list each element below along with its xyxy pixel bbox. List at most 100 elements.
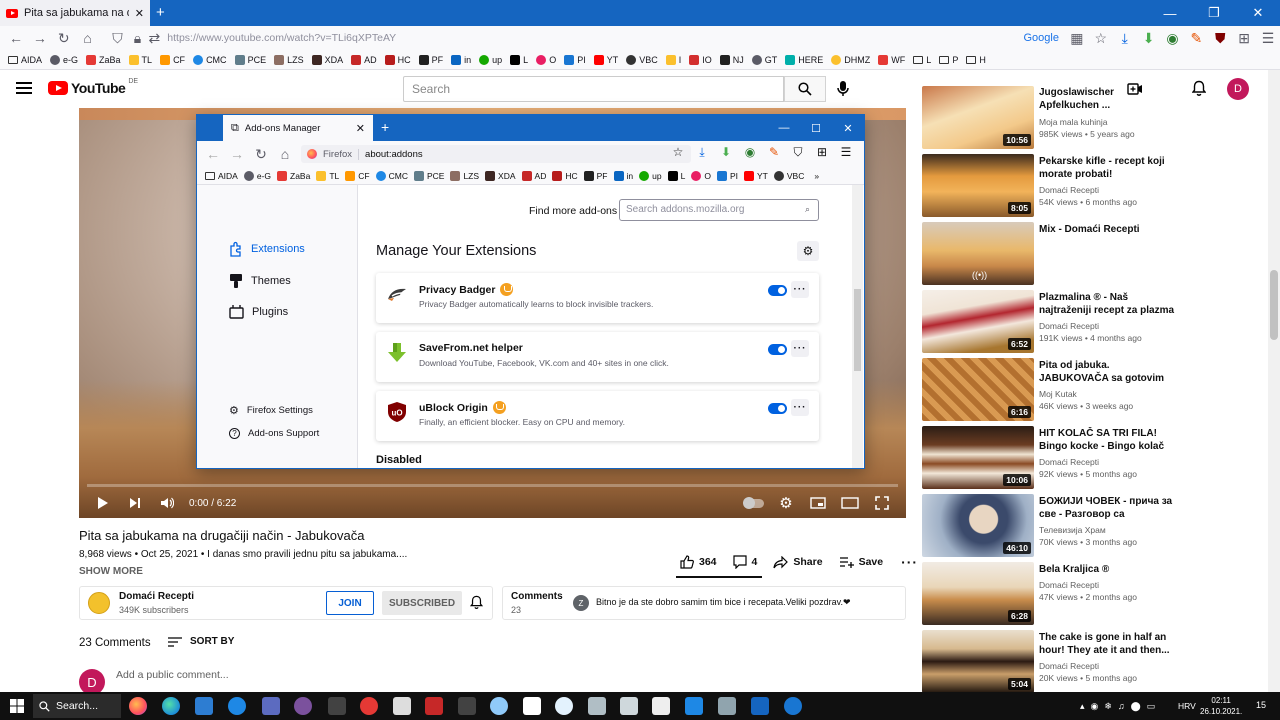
nav-themes[interactable]: Themes [229, 273, 291, 289]
addons-url-bar[interactable]: Firefox about:addons [301, 145, 691, 163]
extension-enable-toggle[interactable] [768, 344, 787, 355]
app-taskbar-icon[interactable] [360, 697, 378, 715]
app-taskbar-icon[interactable] [425, 697, 443, 715]
tools-gear-button[interactable]: ⚙ [797, 241, 819, 261]
bookmark-item[interactable]: L [667, 170, 685, 181]
browser-tab-youtube[interactable]: Pita sa jabukama na drugačiji n ✕ [0, 0, 150, 26]
menu-icon[interactable]: ☰ [835, 145, 857, 160]
recommended-thumbnail[interactable]: 6:28 [922, 562, 1034, 625]
addons-support-link[interactable]: ? Add-ons Support [229, 428, 319, 439]
minimize-icon[interactable]: — [768, 115, 800, 141]
extension-options-button[interactable]: ··· [791, 281, 809, 298]
restore-icon[interactable]: ❐ [1192, 0, 1236, 26]
autoplay-toggle[interactable] [738, 488, 770, 518]
app-taskbar-icon[interactable] [262, 697, 280, 715]
join-button[interactable]: JOIN [326, 591, 374, 615]
bookmark-item[interactable]: LZS [274, 54, 304, 65]
add-comment-input[interactable]: Add a public comment... [116, 669, 229, 681]
recommended-title[interactable]: Jugoslawischer Apfelkuchen ... [1039, 86, 1175, 112]
bookmark-item[interactable]: e-G [243, 170, 271, 181]
app-taskbar-icon[interactable] [458, 697, 476, 715]
app-taskbar-icon[interactable] [523, 697, 541, 715]
addons-tab[interactable]: ⧉ Add-ons Manager ✕ [223, 115, 373, 141]
bookmark-item[interactable]: PCE [234, 54, 266, 65]
extensions-icon[interactable]: ⊞ [1232, 26, 1256, 50]
bookmark-item[interactable]: in [451, 54, 471, 65]
recommended-title[interactable]: БОЖИЈИ ЧОВЕК - прича за све - Разговор с… [1039, 495, 1175, 521]
bookmark-item[interactable]: NJ [719, 54, 744, 65]
hamburger-menu-icon[interactable] [16, 82, 32, 94]
firefox-taskbar-icon[interactable] [129, 697, 147, 715]
bookmark-item[interactable]: L [510, 54, 528, 65]
forward-icon[interactable]: → [225, 142, 249, 166]
bookmark-item[interactable]: HC [552, 170, 578, 181]
addons-scrollbar[interactable] [852, 185, 863, 468]
edge-taskbar-icon[interactable] [162, 697, 180, 715]
bookmark-item[interactable]: IO [689, 54, 712, 65]
app-taskbar-icon[interactable] [620, 697, 638, 715]
close-tab-icon[interactable]: ✕ [356, 122, 365, 135]
volume-icon[interactable] [151, 488, 183, 518]
bookmark-item[interactable]: HERE [785, 54, 823, 65]
extension-card-ublock[interactable]: uO uBlock Origin Finally, an efficient b… [376, 391, 819, 441]
youtube-logo[interactable]: YouTube DE [48, 78, 138, 96]
home-icon[interactable]: ⌂ [76, 26, 100, 50]
more-actions-icon[interactable]: ··· [901, 554, 918, 570]
notifications-icon[interactable]: 15 [1256, 700, 1266, 710]
recommended-title[interactable]: Bela Kraljica ® [1039, 563, 1175, 576]
recommended-channel[interactable]: Domaći Recepti [1039, 661, 1099, 671]
bookmark-item[interactable]: PF [418, 54, 443, 65]
more-bookmarks-icon[interactable]: » [814, 171, 819, 181]
bookmark-star-icon[interactable]: ☆ [667, 145, 689, 160]
channel-avatar[interactable] [88, 592, 110, 614]
recommended-thumbnail[interactable]: 6:16 [922, 358, 1034, 421]
bookmark-item[interactable]: PI [564, 54, 586, 65]
firefox-settings-link[interactable]: ⚙ Firefox Settings [229, 404, 313, 417]
maximize-icon[interactable]: ☐ [800, 115, 832, 141]
page-scrollbar[interactable] [1268, 70, 1280, 692]
savefrom-extension-icon[interactable]: ⬇ [715, 145, 737, 160]
bookmark-item[interactable]: AIDA [205, 171, 238, 181]
app-taskbar-icon[interactable] [328, 697, 346, 715]
windows-start-icon[interactable] [10, 699, 24, 713]
recommended-title[interactable]: Pekarske kifle - recept koji morate prob… [1039, 155, 1175, 181]
extension-enable-toggle[interactable] [768, 285, 787, 296]
bookmark-item[interactable]: YT [593, 54, 618, 65]
bookmark-item[interactable]: CF [160, 54, 185, 65]
bookmark-item[interactable]: e-G [50, 54, 78, 65]
bookmark-item[interactable]: ZaBa [277, 170, 310, 181]
downloads-icon[interactable]: ⤓ [691, 145, 713, 160]
show-more-button[interactable]: SHOW MORE [79, 566, 143, 577]
play-icon[interactable] [87, 488, 119, 518]
extension-pen-icon[interactable]: ✎ [1184, 26, 1208, 50]
recommended-thumbnail[interactable]: 8:05 [922, 154, 1034, 217]
google-translate-label[interactable]: Google [1023, 32, 1058, 44]
miniplayer-icon[interactable] [802, 488, 834, 518]
bookmark-item[interactable]: XDA [311, 54, 343, 65]
recommended-thumbnail[interactable]: 10:56 [922, 86, 1034, 149]
permissions-icon[interactable]: ⇄ [145, 26, 163, 50]
minimize-icon[interactable]: — [1148, 0, 1192, 26]
recommended-title[interactable]: Plazmalina ® - Naš najtraženiji recept z… [1039, 291, 1175, 317]
channel-bell-icon[interactable] [470, 595, 483, 610]
bookmark-item[interactable]: L [913, 55, 931, 65]
theater-mode-icon[interactable] [834, 488, 866, 518]
account-avatar[interactable]: D [1227, 78, 1249, 100]
language-indicator[interactable]: HRV [1178, 701, 1196, 711]
shield-icon[interactable]: ⛉ [106, 26, 130, 50]
nav-extensions[interactable]: Extensions [229, 241, 305, 257]
downloads-icon[interactable]: ⤓ [1113, 26, 1137, 50]
sort-by-button[interactable]: SORT BY [168, 636, 234, 647]
bookmark-item[interactable]: DHMZ [831, 54, 870, 65]
bookmark-item[interactable]: H [966, 55, 986, 65]
bookmark-item[interactable]: HC [384, 54, 411, 65]
search-input[interactable]: Search [403, 76, 784, 102]
bookmark-item[interactable]: TL [128, 54, 152, 65]
clock[interactable]: 02:11 26.10.2021. [1200, 695, 1242, 717]
app-taskbar-icon[interactable] [228, 697, 246, 715]
taskbar-search[interactable]: Search... [33, 694, 121, 718]
mix-thumbnail[interactable]: ((•)) [922, 222, 1034, 285]
back-icon[interactable]: ← [201, 142, 225, 166]
extension-options-button[interactable]: ··· [791, 340, 809, 357]
bookmark-item[interactable]: PI [716, 170, 738, 181]
